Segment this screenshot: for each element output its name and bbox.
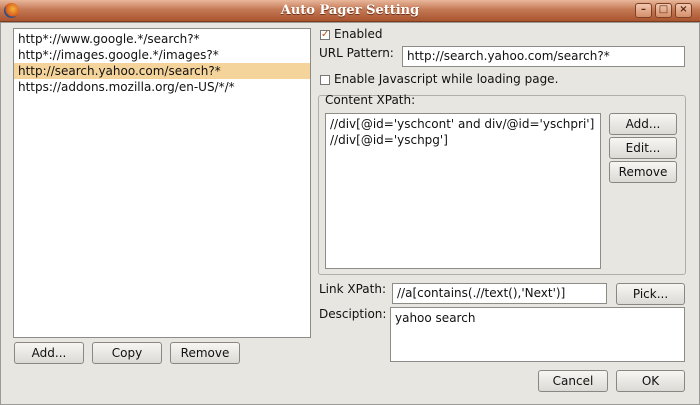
content-xpath-list[interactable]: //div[@id='yschcont' and div/@id='yschpr… bbox=[325, 113, 601, 269]
link-xpath-input[interactable]: //a[contains(.//text(),'Next')] bbox=[392, 283, 607, 304]
site-list-item[interactable]: https://addons.mozilla.org/en-US/*/* bbox=[14, 79, 310, 95]
site-list-item-selected[interactable]: http://search.yahoo.com/search?* bbox=[14, 63, 310, 79]
remove-site-button[interactable]: Remove bbox=[170, 342, 240, 364]
enabled-checkbox[interactable]: ✓ bbox=[320, 30, 330, 40]
edit-xpath-button[interactable]: Edit... bbox=[609, 137, 677, 159]
xpath-list-item[interactable]: //div[@id='yschcont' and div/@id='yschpr… bbox=[326, 116, 600, 132]
add-xpath-button[interactable]: Add... bbox=[609, 113, 677, 135]
enabled-label: Enabled bbox=[334, 27, 383, 41]
maximize-button[interactable]: □ bbox=[655, 3, 672, 18]
close-button[interactable]: × bbox=[675, 3, 692, 18]
title-bar: Auto Pager Setting – □ × bbox=[0, 0, 700, 22]
cancel-button[interactable]: Cancel bbox=[538, 370, 608, 392]
maximize-icon: □ bbox=[658, 4, 669, 15]
add-site-button[interactable]: Add... bbox=[14, 342, 84, 364]
description-textarea[interactable]: yahoo search bbox=[390, 307, 685, 362]
close-icon: × bbox=[679, 4, 688, 15]
link-xpath-label: Link XPath: bbox=[319, 282, 387, 296]
remove-xpath-button[interactable]: Remove bbox=[609, 161, 677, 183]
url-pattern-input[interactable]: http://search.yahoo.com/search?* bbox=[402, 46, 685, 67]
site-list-item[interactable]: http*://www.google.*/search?* bbox=[14, 31, 310, 47]
content-xpath-label: Content XPath: bbox=[325, 93, 416, 107]
minimize-icon: – bbox=[641, 4, 646, 15]
pick-button[interactable]: Pick... bbox=[616, 283, 685, 305]
check-icon: ✓ bbox=[321, 29, 330, 40]
copy-site-button[interactable]: Copy bbox=[92, 342, 162, 364]
site-list[interactable]: http*://www.google.*/search?* http*://im… bbox=[13, 28, 311, 338]
minimize-button[interactable]: – bbox=[635, 3, 652, 18]
enable-js-label: Enable Javascript while loading page. bbox=[334, 72, 559, 86]
ok-button[interactable]: OK bbox=[616, 370, 685, 392]
enable-js-checkbox[interactable] bbox=[320, 75, 330, 85]
window-title: Auto Pager Setting bbox=[280, 3, 420, 18]
url-pattern-label: URL Pattern: bbox=[319, 46, 394, 60]
description-label: Desciption: bbox=[319, 307, 387, 321]
site-list-item[interactable]: http*://images.google.*/images?* bbox=[14, 47, 310, 63]
xpath-list-item[interactable]: //div[@id='yschpg'] bbox=[326, 132, 600, 148]
